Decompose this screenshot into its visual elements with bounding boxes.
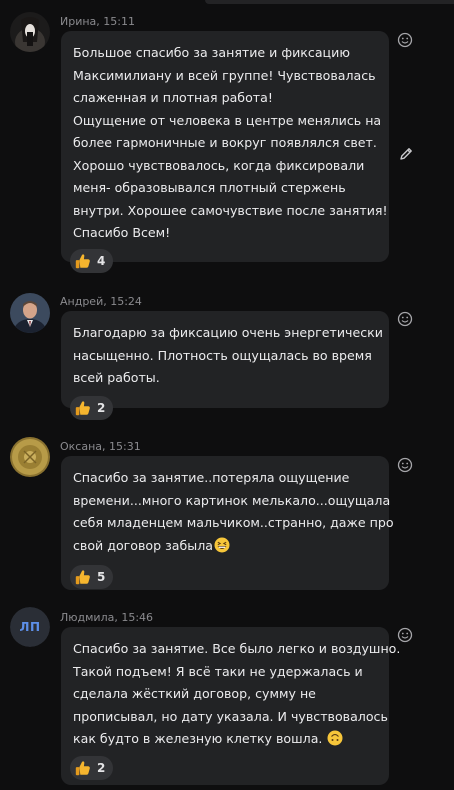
add-reaction-icon[interactable]: [397, 627, 413, 643]
top-panel-edge: [205, 0, 454, 4]
avatar[interactable]: [10, 12, 50, 52]
avatar-photo-icon: [10, 12, 50, 52]
text-line: насыщенно. Плотность ощущалась во время: [73, 347, 372, 363]
message-text: Благодарю за фиксацию очень энергетическ…: [73, 322, 383, 390]
message-text: Спасибо за занятие..потеряла ощущение вр…: [73, 467, 394, 558]
text-line: свой договор забыла: [73, 535, 381, 558]
add-reaction-icon[interactable]: [397, 32, 413, 48]
message-bubble[interactable]: Благодарю за фиксацию очень энергетическ…: [61, 311, 389, 408]
text-line: Спасибо за занятие..потеряла ощущение: [73, 470, 350, 485]
text-line: Спасибо Всем!: [73, 225, 171, 240]
reaction-count: 2: [97, 761, 106, 775]
reaction-count: 2: [97, 401, 106, 415]
text-line: слаженная и плотная работа!: [73, 90, 273, 105]
text-line: себя младенцем мальчиком..странно, даже …: [73, 515, 394, 530]
avatar[interactable]: [10, 293, 50, 333]
avatar[interactable]: ЛП: [10, 607, 50, 647]
avatar-photo-icon: [10, 293, 50, 333]
thumbs-up-icon: [75, 761, 90, 776]
text-line: внутри. Хорошее самочувствие после занят…: [73, 202, 388, 218]
text-line: Максимилиану и всей группе! Чувствовалас…: [73, 67, 376, 83]
text-line: всей работы.: [73, 370, 160, 385]
text-line: Спасибо за занятие. Все было легко и воз…: [73, 641, 401, 656]
text-line: времени...много картинок мелькало...ощущ…: [73, 492, 391, 508]
message-text: Спасибо за занятие. Все было легко и воз…: [73, 638, 401, 751]
text-line: Благодарю за фиксацию очень энергетическ…: [73, 325, 383, 340]
text-line-content: свой договор забыла: [73, 537, 213, 553]
text-line: сделала жёсткий договор, сумму не: [73, 686, 316, 701]
text-line: более гармоничные и вокруг появлялся све…: [73, 135, 377, 150]
reaction-thumbs-up[interactable]: 2: [70, 396, 114, 420]
reaction-thumbs-up[interactable]: 2: [70, 756, 114, 780]
avatar-initials: ЛП: [10, 607, 50, 647]
message-bubble[interactable]: Большое спасибо за занятие и фиксацию Ма…: [61, 31, 389, 262]
upside-down-face-emoji-icon: [327, 730, 343, 746]
message-meta: Людмила, 15:46: [60, 611, 154, 624]
text-line-content: как будто в железную клетку вошла.: [73, 731, 323, 746]
text-line: Большое спасибо за занятие и фиксацию: [73, 45, 350, 60]
grinning-squint-emoji-icon: [214, 537, 230, 552]
reaction-thumbs-up[interactable]: 5: [70, 565, 114, 589]
add-reaction-icon[interactable]: [397, 311, 413, 327]
text-line: меня- образовывался плотный стержень: [73, 180, 346, 195]
thumbs-up-icon: [75, 254, 90, 269]
text-line: прописывал, но дату указала. И чувствова…: [73, 708, 388, 724]
reaction-thumbs-up[interactable]: 4: [70, 249, 114, 273]
reaction-count: 5: [97, 570, 106, 584]
avatar-photo-icon: [10, 437, 50, 477]
message-meta: Андрей, 15:24: [60, 295, 142, 308]
text-line: Ощущение от человека в центре менялись н…: [73, 112, 382, 128]
add-reaction-icon[interactable]: [397, 457, 413, 473]
avatar[interactable]: [10, 437, 50, 477]
text-line: как будто в железную клетку вошла.: [73, 728, 381, 751]
edit-pencil-icon[interactable]: [398, 146, 414, 162]
message-meta: Оксана, 15:31: [60, 440, 141, 453]
reaction-count: 4: [97, 254, 106, 268]
message-text: Большое спасибо за занятие и фиксацию Ма…: [73, 42, 388, 245]
text-line: Такой подъем! Я всё таки не удержалась и: [73, 663, 363, 679]
thumbs-up-icon: [75, 401, 90, 416]
text-line: Хорошо чувствовалось, когда фиксировали: [73, 157, 365, 173]
thumbs-up-icon: [75, 570, 90, 585]
message-meta: Ирина, 15:11: [60, 15, 135, 28]
